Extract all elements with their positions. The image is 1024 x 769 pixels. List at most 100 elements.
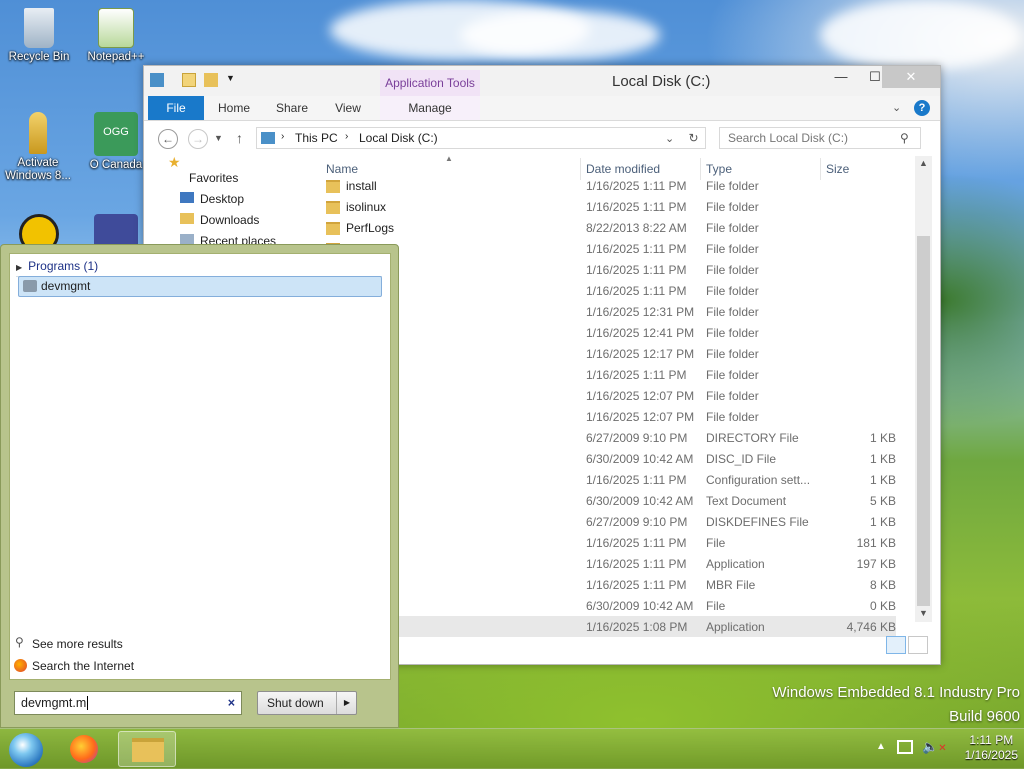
table-row[interactable]: install 1/16/2025 1:11 PM File folder <box>324 175 896 196</box>
windows-build-watermark-line1: Windows Embedded 8.1 Industry Pro <box>772 684 1020 701</box>
file-size: 181 KB <box>856 536 896 550</box>
start-search-input[interactable]: devmgmt.m × <box>14 691 242 715</box>
large-icons-view-icon[interactable] <box>908 636 928 654</box>
table-row[interactable]: iles (x86)1/16/2025 12:41 PMFile folder <box>324 322 896 343</box>
breadcrumb-this-pc[interactable]: This PC <box>295 131 338 145</box>
tab-file[interactable]: File <box>148 96 204 120</box>
taskbar-firefox[interactable] <box>62 731 106 767</box>
search-icon: ⚲ <box>900 131 909 145</box>
desktop-icon-o-canada[interactable]: OGG O Canada <box>80 112 152 172</box>
address-dropdown-icon[interactable]: ⌄ <box>665 132 674 145</box>
file-type: File folder <box>706 305 759 319</box>
properties-icon[interactable] <box>182 73 196 87</box>
nav-desktop[interactable]: Desktop <box>200 192 244 206</box>
start-button[interactable] <box>4 731 48 767</box>
file-date-modified: 1/16/2025 1:11 PM <box>586 179 687 193</box>
file-date-modified: 1/16/2025 1:11 PM <box>586 242 687 256</box>
nav-favorites[interactable]: Favorites <box>189 171 238 185</box>
table-row[interactable]: pics1/16/2025 1:11 PMFile folder <box>324 238 896 259</box>
desktop-icon-label: O Canada <box>89 159 143 171</box>
scroll-down-icon[interactable]: ▼ <box>919 608 928 618</box>
show-hidden-icons-icon[interactable]: ▲ <box>876 741 886 752</box>
table-row[interactable]: isolinux 1/16/2025 1:11 PM File folder <box>324 196 896 217</box>
tab-home[interactable]: Home <box>212 96 256 120</box>
up-button[interactable]: ↑ <box>236 130 243 146</box>
clear-search-icon[interactable]: × <box>228 692 235 714</box>
table-row[interactable]: 1/16/2025 1:11 PM Configuration sett... 1 … <box>324 469 896 490</box>
scroll-up-icon[interactable]: ▲ <box>919 158 928 168</box>
taskbar-file-explorer[interactable] <box>118 731 176 767</box>
column-header-name[interactable]: Name <box>326 162 358 176</box>
table-row[interactable]: 1/16/2025 1:11 PM File folder <box>324 364 896 385</box>
expand-ribbon-icon[interactable]: ⌄ <box>892 101 901 114</box>
file-type: File folder <box>706 284 759 298</box>
table-row[interactable]: iskdefines6/27/2009 9:10 PMDISKDEFINES F… <box>324 511 896 532</box>
desktop-icon-recycle-bin[interactable]: Recycle Bin <box>3 8 75 64</box>
table-row[interactable]: 1/16/2025 1:11 PM Application 197 KB <box>324 553 896 574</box>
table-row[interactable]: 1/16/2025 1:11 PM File folder <box>324 259 896 280</box>
file-name: isolinux <box>346 200 387 214</box>
tab-share[interactable]: Share <box>270 96 314 120</box>
table-row[interactable]: 1/16/2025 12:07 PM File folder <box>324 385 896 406</box>
shutdown-button[interactable]: Shut down ▶ <box>257 691 357 715</box>
see-more-results-link[interactable]: See more results <box>32 637 123 651</box>
file-date-modified: 8/22/2013 8:22 AM <box>586 221 687 235</box>
file-type: File <box>706 599 726 613</box>
table-row[interactable]: 1/16/2025 1:08 PM Application 4,746 KB <box>324 616 896 637</box>
table-row[interactable]: PerfLogs 8/22/2013 8:22 AM File folder <box>324 217 896 238</box>
address-bar[interactable]: › This PC › Local Disk (C:) ⌄ <box>256 127 706 149</box>
minimize-button[interactable]: — <box>824 66 858 88</box>
details-view-icon[interactable] <box>886 636 906 654</box>
programs-section-header[interactable]: ▶ Programs (1) <box>16 259 382 277</box>
breadcrumb-local-disk[interactable]: Local Disk (C:) <box>359 131 438 145</box>
search-internet-link[interactable]: Search the Internet <box>32 659 134 673</box>
table-row[interactable]: 1/16/2025 1:11 PM File folder <box>324 280 896 301</box>
column-header-size[interactable]: Size <box>826 162 849 176</box>
file-type: File folder <box>706 368 759 382</box>
search-input[interactable]: Search Local Disk (C:) <box>719 127 921 149</box>
table-row[interactable]: 6/30/2009 10:42 AM DISC_ID File 1 KB <box>324 448 896 469</box>
desktop-icon-notepad-plus-plus[interactable]: Notepad++ <box>80 8 152 64</box>
volume-muted-icon[interactable]: 🔈✕ <box>922 739 947 755</box>
magnifier-icon: ⚲ <box>15 635 24 649</box>
table-row[interactable]: 1/16/2025 12:07 PM File folder <box>324 406 896 427</box>
table-row[interactable]: r1/16/2025 1:11 PMMBR File8 KB <box>324 574 896 595</box>
text-cursor <box>87 696 89 710</box>
file-type: Configuration sett... <box>706 473 811 487</box>
file-type: File folder <box>706 242 759 256</box>
device-manager-icon <box>23 280 37 292</box>
table-row[interactable]: 1/16/2025 12:17 PM File folder <box>324 343 896 364</box>
result-label: devmgmt <box>41 279 91 293</box>
desktop-icon-activate-windows[interactable]: Activate Windows 8... <box>2 112 74 183</box>
network-icon[interactable] <box>897 740 913 754</box>
customize-quick-access-icon[interactable]: ▼ <box>226 73 236 87</box>
forward-button[interactable]: → <box>188 129 208 149</box>
table-row[interactable]: 6/30/2009 10:42 AM Text Document 5 KB <box>324 490 896 511</box>
back-button[interactable]: ← <box>158 129 178 149</box>
refresh-button[interactable]: ↻ <box>682 127 706 149</box>
system-clock[interactable]: 1:11 PM 1/16/2025 <box>965 733 1018 763</box>
scrollbar-thumb[interactable] <box>917 236 930 606</box>
recent-locations-icon[interactable]: ▼ <box>214 133 223 143</box>
table-row[interactable]: 1/16/2025 1:11 PM File 181 KB <box>324 532 896 553</box>
file-type: File folder <box>706 263 759 277</box>
table-row[interactable]: 6/30/2009 10:42 AM File 0 KB <box>324 595 896 616</box>
column-header-type[interactable]: Type <box>706 162 732 176</box>
search-result-devmgmt[interactable]: devmgmt <box>18 276 382 297</box>
shutdown-options-icon[interactable]: ▶ <box>336 692 357 714</box>
desktop-icon-label: Notepad++ <box>87 51 145 63</box>
firefox-icon <box>70 735 98 763</box>
nav-downloads[interactable]: Downloads <box>200 213 259 227</box>
folder-icon <box>326 201 340 214</box>
help-icon[interactable]: ? <box>914 100 930 116</box>
new-folder-icon[interactable] <box>204 73 218 87</box>
file-size: 197 KB <box>856 557 896 571</box>
table-row[interactable]: 6/27/2009 9:10 PM DIRECTORY File 1 KB <box>324 427 896 448</box>
tab-manage[interactable]: Manage <box>380 96 480 120</box>
table-row[interactable]: iles1/16/2025 12:31 PMFile folder <box>324 301 896 322</box>
close-button[interactable]: ✕ <box>882 66 940 88</box>
column-header-date[interactable]: Date modified <box>586 162 660 176</box>
vertical-scrollbar[interactable]: ▲ ▼ <box>915 156 932 622</box>
tab-view[interactable]: View <box>326 96 370 120</box>
title-bar[interactable]: ▼ Application Tools Local Disk (C:) — ☐ … <box>144 66 940 96</box>
